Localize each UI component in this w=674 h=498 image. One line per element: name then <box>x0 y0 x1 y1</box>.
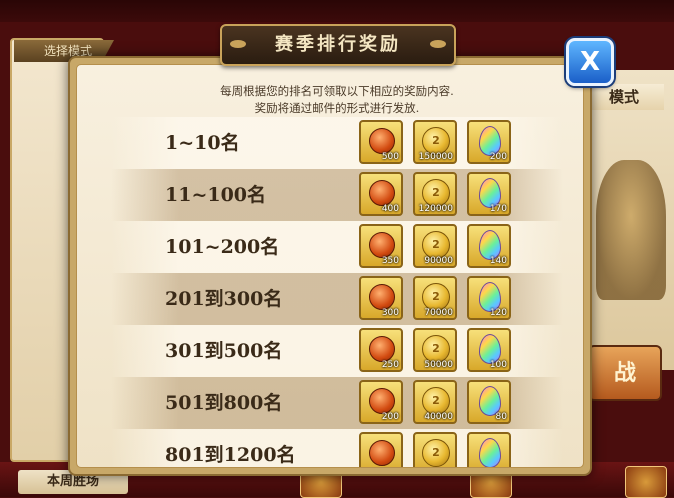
dialog-title-plate: 赛季排行奖励 <box>220 24 456 66</box>
reward-item-token[interactable]: 250 <box>359 328 403 372</box>
reward-item-gold[interactable]: 2 40000 <box>413 380 457 424</box>
reward-quantity: 120000 <box>418 204 453 214</box>
reward-quantity: 170 <box>489 204 507 214</box>
reward-quantity: 150000 <box>418 152 453 162</box>
reward-item-gem[interactable]: 100 <box>467 328 511 372</box>
orange-medal-icon <box>369 388 395 414</box>
gold-coin-icon: 2 <box>422 179 450 207</box>
rank-range-label: 101~200名 <box>165 236 280 258</box>
top-strip <box>0 0 674 22</box>
reward-item-gem[interactable]: 80 <box>467 380 511 424</box>
orange-medal-icon <box>369 284 395 310</box>
rank-range-label: 501到800名 <box>165 392 283 414</box>
reward-quantity: 250 <box>381 360 399 370</box>
reward-quantity: 350 <box>381 256 399 266</box>
orange-medal-icon <box>369 336 395 362</box>
description-line-1: 每周根据您的排名可领取以下相应的奖励内容. <box>220 84 454 98</box>
reward-quantity: 40000 <box>424 412 453 422</box>
reward-quantity: 120 <box>489 308 507 318</box>
reward-quantity: 500 <box>381 152 399 162</box>
reward-row: 301到500名 250 2 50000 100 <box>111 325 563 377</box>
reward-item-gem[interactable]: 170 <box>467 172 511 216</box>
reward-quantity: 50000 <box>424 360 453 370</box>
reward-row: 1~10名 500 2 150000 200 <box>111 117 563 169</box>
season-reward-dialog: 每周根据您的排名可领取以下相应的奖励内容. 奖励将通过邮件的形式进行发放. 1~… <box>68 56 592 476</box>
dialog-body: 每周根据您的排名可领取以下相应的奖励内容. 奖励将通过邮件的形式进行发放. 1~… <box>76 64 584 468</box>
reward-item-gold[interactable]: 2 50000 <box>413 328 457 372</box>
battle-button[interactable]: 战 <box>588 345 662 401</box>
reward-quantity: 400 <box>381 204 399 214</box>
reward-row: 201到300名 300 2 70000 120 <box>111 273 563 325</box>
rank-range-label: 301到500名 <box>165 340 283 362</box>
reward-quantity: 200 <box>489 152 507 162</box>
reward-item-gem[interactable]: 140 <box>467 224 511 268</box>
close-button[interactable]: X <box>566 38 614 86</box>
gold-coin-icon: 2 <box>422 335 450 363</box>
reward-quantity: 100 <box>489 360 507 370</box>
bottom-slot[interactable] <box>625 466 667 498</box>
orange-medal-icon <box>369 440 395 466</box>
gold-coin-icon: 2 <box>422 439 450 467</box>
reward-quantity: 300 <box>381 308 399 318</box>
reward-row: 101~200名 350 2 90000 140 <box>111 221 563 273</box>
gold-coin-icon: 2 <box>422 127 450 155</box>
reward-row: 11~100名 400 2 120000 170 <box>111 169 563 221</box>
rank-range-label: 1~10名 <box>165 132 240 154</box>
reward-list[interactable]: 1~10名 500 2 150000 200 11~100名 400 2 120000 170 10… <box>111 117 563 467</box>
reward-item-token[interactable]: 200 <box>359 380 403 424</box>
reward-item-token[interactable]: 400 <box>359 172 403 216</box>
reward-row: 801到1200名 2 <box>111 429 563 467</box>
close-icon: X <box>579 47 601 77</box>
reward-quantity: 200 <box>381 412 399 422</box>
reward-quantity: 80 <box>495 412 507 422</box>
rank-range-label: 201到300名 <box>165 288 283 310</box>
rainbow-gem-icon <box>479 438 501 467</box>
reward-item-gem[interactable] <box>467 432 511 467</box>
mode-panel-title: 模式 <box>584 84 664 110</box>
reward-item-token[interactable]: 500 <box>359 120 403 164</box>
reward-item-gold[interactable]: 2 <box>413 432 457 467</box>
rank-range-label: 11~100名 <box>165 184 267 206</box>
orange-medal-icon <box>369 128 395 154</box>
reward-item-gem[interactable]: 200 <box>467 120 511 164</box>
statue-image <box>596 160 666 300</box>
reward-item-gold[interactable]: 2 90000 <box>413 224 457 268</box>
reward-quantity: 70000 <box>424 308 453 318</box>
reward-quantity: 90000 <box>424 256 453 266</box>
reward-item-gold[interactable]: 2 150000 <box>413 120 457 164</box>
dialog-title: 赛季排行奖励 <box>275 34 401 55</box>
orange-medal-icon <box>369 232 395 258</box>
gold-coin-icon: 2 <box>422 387 450 415</box>
reward-quantity: 140 <box>489 256 507 266</box>
reward-item-token[interactable] <box>359 432 403 467</box>
reward-item-gem[interactable]: 120 <box>467 276 511 320</box>
gold-coin-icon: 2 <box>422 283 450 311</box>
reward-item-gold[interactable]: 2 120000 <box>413 172 457 216</box>
reward-item-gold[interactable]: 2 70000 <box>413 276 457 320</box>
reward-item-token[interactable]: 350 <box>359 224 403 268</box>
reward-row: 501到800名 200 2 40000 80 <box>111 377 563 429</box>
reward-item-token[interactable]: 300 <box>359 276 403 320</box>
description-line-2: 奖励将通过邮件的形式进行发放. <box>254 101 420 115</box>
orange-medal-icon <box>369 180 395 206</box>
gold-coin-icon: 2 <box>422 231 450 259</box>
rank-range-label: 801到1200名 <box>165 444 296 466</box>
